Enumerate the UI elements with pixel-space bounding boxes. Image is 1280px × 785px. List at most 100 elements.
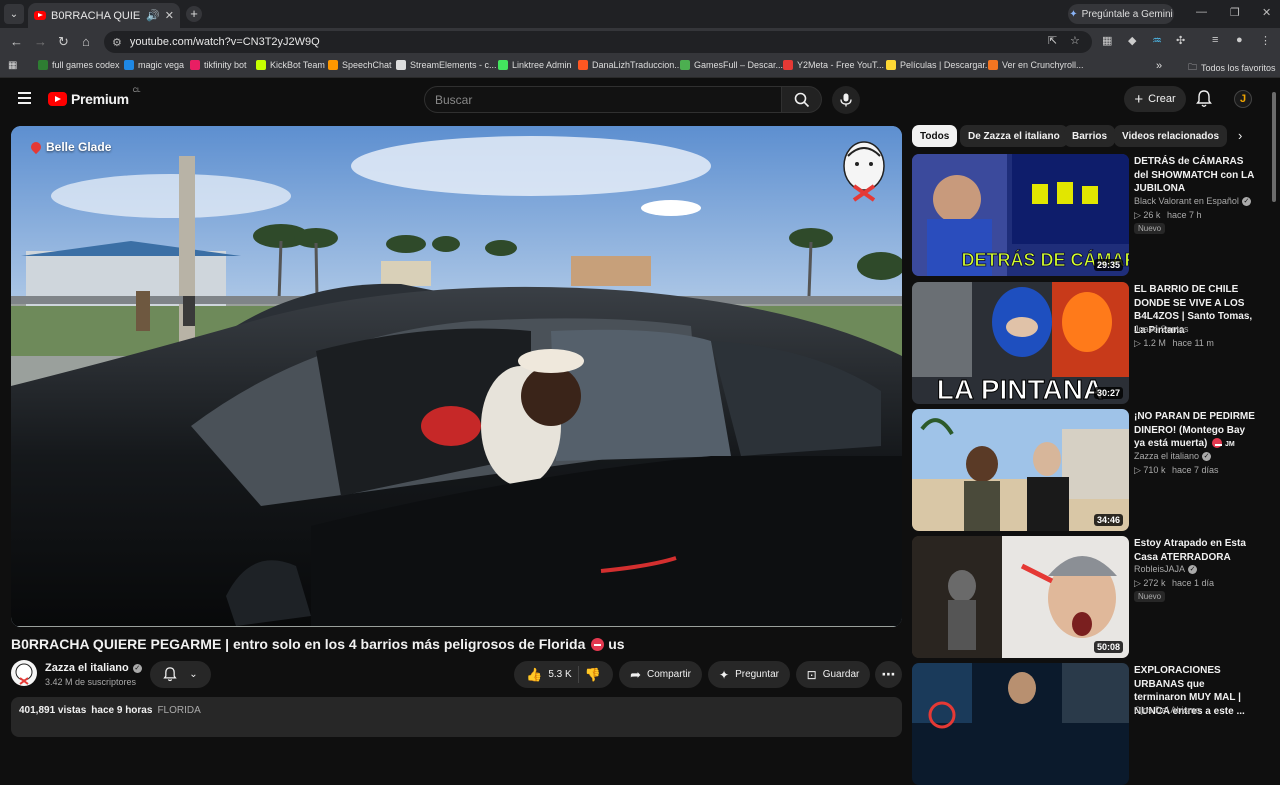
bookmark-item[interactable]: GamesFull – Descar...: [680, 60, 783, 70]
all-bookmarks-label: Todos los favoritos: [1201, 63, 1276, 73]
recommendation-item[interactable]: 34:46 ¡NO PARAN DE PEDIRME DINERO! (Mont…: [912, 409, 1262, 531]
gemini-button[interactable]: ✦ Pregúntale a Gemini: [1068, 4, 1174, 24]
chip-barrios[interactable]: Barrios: [1064, 125, 1116, 147]
extension-icon[interactable]: ▦: [1102, 34, 1112, 47]
youtube-premium-logo[interactable]: Premium CL: [48, 88, 140, 107]
bookmark-favicon-icon: [396, 60, 406, 70]
reload-icon[interactable]: ↻: [58, 34, 69, 50]
bookmark-item[interactable]: Películas | Descargar...: [886, 60, 992, 70]
bookmark-item[interactable]: SpeechChat: [328, 60, 392, 70]
bookmark-item[interactable]: tikfinity bot: [190, 60, 247, 70]
bookmark-item[interactable]: KickBot Team: [256, 60, 325, 70]
upload-time: hace 7 días: [1171, 465, 1219, 475]
minimize-icon[interactable]: —: [1196, 6, 1207, 18]
page-scrollbar[interactable]: [1270, 88, 1278, 720]
youtube-header: Premium CL Buscar + Crear J: [0, 78, 1280, 122]
forward-arrow-icon[interactable]: →: [34, 34, 47, 49]
translate-extension-icon[interactable]: ♒: [1152, 34, 1162, 47]
channel-name-link[interactable]: Zazza el italiano ✓: [45, 662, 142, 674]
browser-tab-strip: ⌄ B0RRACHA QUIERE PEGARME 🔊 ✕ + ✦ Pregún…: [0, 0, 1280, 28]
install-app-icon[interactable]: ⇱: [1048, 34, 1057, 47]
new-tab-button[interactable]: +: [186, 6, 202, 22]
maximize-icon[interactable]: ❐: [1230, 6, 1240, 19]
browser-tab-active[interactable]: B0RRACHA QUIERE PEGARME 🔊 ✕: [28, 3, 180, 28]
close-tab-icon[interactable]: ✕: [165, 9, 174, 22]
scrollbar-thumb[interactable]: [1272, 92, 1276, 202]
video-thumbnail[interactable]: [912, 663, 1129, 785]
channel-avatar[interactable]: [11, 660, 37, 686]
account-avatar[interactable]: J: [1234, 90, 1252, 108]
channel-name: Zazza el italiano: [45, 662, 129, 674]
recommendation-stats: ▷ 26 k hace 7 h: [1134, 210, 1201, 221]
extensions-puzzle-icon[interactable]: ✣: [1176, 34, 1185, 47]
location-hashtag[interactable]: FLORIDA: [157, 705, 200, 729]
bookmark-item[interactable]: Linktree Admin: [498, 60, 572, 70]
speaker-icon[interactable]: 🔊: [146, 9, 160, 22]
bookmark-item[interactable]: DanaLizhTraduccion...: [578, 60, 682, 70]
video-thumbnail[interactable]: DETRÁS DE CÁMARAS 29:35: [912, 154, 1129, 276]
subscriber-count: 3.42 M de suscriptores: [45, 677, 137, 687]
media-control-icon[interactable]: ≡: [1212, 34, 1218, 46]
bookmarks-bar: ▦ full games codex magic vega tikfinity bo…: [0, 56, 1280, 78]
bookmark-item[interactable]: Y2Meta - Free YouT...: [783, 60, 884, 70]
home-icon[interactable]: ⌂: [82, 34, 90, 49]
address-bar[interactable]: ⚙ youtube.com/watch?v=CN3T2yJ2W9Q: [104, 31, 1092, 53]
bookmark-item[interactable]: StreamElements - c...: [396, 60, 497, 70]
notifications-button[interactable]: [1196, 90, 1212, 113]
chevron-down-icon: ⌄: [189, 669, 198, 680]
bookmark-item[interactable]: full games codex: [38, 60, 120, 70]
browser-menu-icon[interactable]: ⋮: [1260, 34, 1271, 47]
site-info-icon[interactable]: ⚙: [112, 36, 122, 49]
save-button[interactable]: ⊡ Guardar: [796, 661, 870, 688]
recommendation-item[interactable]: DETRÁS DE CÁMARAS 29:35 DETRÁS de CÁMARA…: [912, 154, 1262, 276]
bookmark-item[interactable]: magic vega: [124, 60, 184, 70]
recommendation-item[interactable]: 50:08 Estoy Atrapado en Esta Casa ATERRA…: [912, 536, 1262, 658]
bookmark-favicon-icon: [190, 60, 200, 70]
voice-search-button[interactable]: [832, 86, 860, 114]
all-bookmarks-folder[interactable]: 🗀 Todos los favoritos: [1188, 60, 1276, 76]
video-player[interactable]: Belle Glade: [11, 126, 902, 627]
share-button[interactable]: ➦ Compartir: [619, 661, 702, 688]
hamburger-menu-icon[interactable]: [18, 92, 31, 104]
bookmark-star-icon[interactable]: ☆: [1070, 34, 1080, 47]
recommendation-channel[interactable]: Black Valorant en Español ✓: [1134, 196, 1251, 206]
description-box[interactable]: 401,891 vistas hace 9 horas FLORIDA: [11, 697, 902, 737]
recommendation-channel[interactable]: RobleisJAJA ✓: [1134, 564, 1198, 574]
tab-search-button[interactable]: ⌄: [4, 4, 24, 24]
recommendation-title[interactable]: ¡NO PARAN DE PEDIRME DINERO! (Montego Ba…: [1134, 410, 1258, 452]
recommendation-item[interactable]: EXPLORACIONES URBANAS que terminaron MUY…: [912, 663, 1262, 785]
search-button[interactable]: [782, 86, 822, 113]
recommendation-title[interactable]: DETRÁS de CÁMARAS del SHOWMATCH con LA J…: [1134, 155, 1258, 196]
recommendation-title[interactable]: Estoy Atrapado en Esta Casa ATERRADORA: [1134, 537, 1258, 564]
chip-all[interactable]: Todos: [912, 125, 958, 147]
video-thumbnail[interactable]: LA PINTANA 30:27: [912, 282, 1129, 404]
apps-grid-icon[interactable]: ▦: [8, 60, 17, 71]
shield-extension-icon[interactable]: ◆: [1128, 34, 1136, 47]
more-bookmarks-chevron-icon[interactable]: »: [1156, 60, 1162, 72]
back-arrow-icon[interactable]: ←: [10, 34, 23, 49]
close-window-icon[interactable]: ✕: [1262, 6, 1271, 19]
search-input[interactable]: Buscar: [424, 86, 782, 113]
recommendation-item[interactable]: LA PINTANA 30:27 EL BARRIO DE CHILE DOND…: [912, 282, 1262, 404]
ask-button[interactable]: ✦ Preguntar: [708, 661, 790, 688]
chevron-right-icon[interactable]: ›: [1238, 128, 1242, 143]
like-button[interactable]: 👍 5.3 K: [526, 667, 572, 683]
profile-icon[interactable]: ●: [1236, 34, 1243, 46]
recommendation-channel[interactable]: Joaco Santos: [1134, 324, 1189, 334]
video-thumbnail[interactable]: 34:46: [912, 409, 1129, 531]
notification-settings-button[interactable]: ⌄: [150, 661, 211, 688]
video-thumbnail[interactable]: 50:08: [912, 536, 1129, 658]
channel-watermark-logo: [843, 141, 885, 202]
channel-name: Joaco Santos: [1134, 324, 1189, 334]
create-button[interactable]: + Crear: [1124, 86, 1186, 112]
chip-related[interactable]: Videos relacionados: [1114, 125, 1228, 147]
dislike-button[interactable]: 👎: [585, 667, 601, 683]
chip-from-channel[interactable]: De Zazza el italiano: [960, 125, 1068, 147]
bookmark-favicon-icon: [328, 60, 338, 70]
new-badge: Nuevo: [1134, 223, 1166, 234]
recommendation-channel[interactable]: Ojos Del Abismo: [1134, 705, 1201, 715]
more-actions-button[interactable]: ⋯: [875, 661, 902, 688]
recommendation-channel[interactable]: Zazza el italiano ✓: [1134, 451, 1212, 461]
bookmark-item[interactable]: Ver en Crunchyroll...: [988, 60, 1084, 70]
bookmark-icon: ⊡: [806, 667, 817, 682]
